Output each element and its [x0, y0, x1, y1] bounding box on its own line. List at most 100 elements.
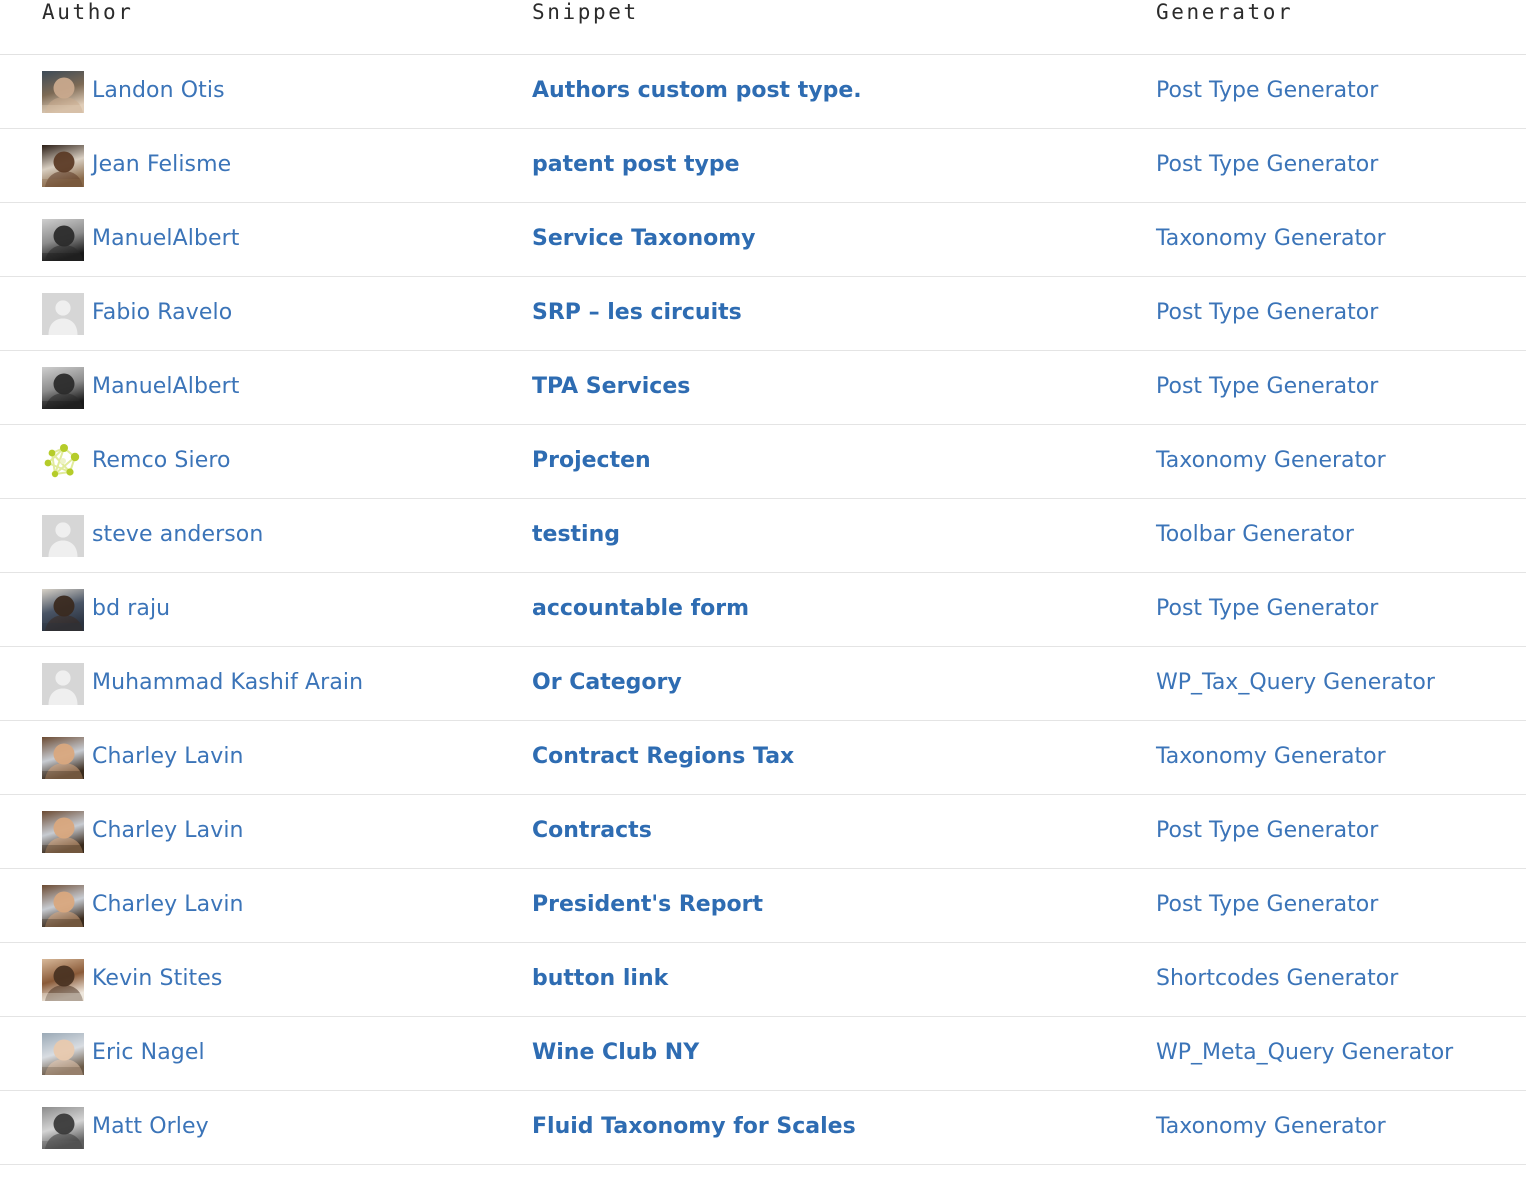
cell-generator: Post Type Generator	[1148, 351, 1526, 425]
cell-generator: Shortcodes Generator	[1148, 943, 1526, 1017]
avatar-placeholder	[42, 293, 84, 335]
generator-link[interactable]: WP_Tax_Query Generator	[1156, 670, 1435, 695]
table-row: Fabio Ravelo SRP – les circuits Post Type …	[0, 277, 1526, 351]
author-link[interactable]: bd raju	[92, 597, 170, 621]
cell-author: Landon Otis	[0, 55, 516, 129]
author-cell: Charley Lavin	[42, 885, 516, 927]
generator-link[interactable]: Post Type Generator	[1156, 374, 1378, 399]
snippet-link[interactable]: patent post type	[532, 152, 740, 177]
cell-snippet: Or Category	[516, 647, 1148, 721]
snippet-link[interactable]: testing	[532, 522, 620, 547]
cell-author: Muhammad Kashif Arain	[0, 647, 516, 721]
cell-generator: Post Type Generator	[1148, 573, 1526, 647]
snippet-link[interactable]: button link	[532, 966, 668, 991]
cell-snippet: Fluid Taxonomy for Scales	[516, 1091, 1148, 1165]
table-body: Landon Otis Authors custom post type. Post…	[0, 55, 1526, 1165]
generator-link[interactable]: Shortcodes Generator	[1156, 966, 1398, 991]
table-row: bd raju accountable form Post Type Generat…	[0, 573, 1526, 647]
author-cell: Eric Nagel	[42, 1033, 516, 1075]
avatar-landon-otis	[42, 71, 84, 113]
cell-snippet: Wine Club NY	[516, 1017, 1148, 1091]
cell-snippet: accountable form	[516, 573, 1148, 647]
table-row: Kevin Stites button link Shortcodes Genera…	[0, 943, 1526, 1017]
generator-link[interactable]: WP_Meta_Query Generator	[1156, 1040, 1453, 1065]
table-row: ManuelAlbert TPA Services Post Type Genera…	[0, 351, 1526, 425]
cell-generator: Taxonomy Generator	[1148, 721, 1526, 795]
table-row: Charley Lavin Contract Regions Tax Taxonom…	[0, 721, 1526, 795]
snippet-link[interactable]: Fluid Taxonomy for Scales	[532, 1114, 856, 1139]
generator-link[interactable]: Post Type Generator	[1156, 818, 1378, 843]
cell-author: Charley Lavin	[0, 795, 516, 869]
author-cell: Matt Orley	[42, 1107, 516, 1149]
generator-link[interactable]: Toolbar Generator	[1156, 522, 1354, 547]
cell-author: Charley Lavin	[0, 869, 516, 943]
snippet-link[interactable]: TPA Services	[532, 374, 690, 399]
avatar-charley-lavin	[42, 885, 84, 927]
author-link[interactable]: Matt Orley	[92, 1115, 209, 1139]
snippet-link[interactable]: SRP – les circuits	[532, 300, 742, 325]
table-row: Jean Felisme patent post type Post Type Ge…	[0, 129, 1526, 203]
generator-link[interactable]: Post Type Generator	[1156, 892, 1378, 917]
author-cell: Remco Siero	[42, 441, 516, 483]
author-link[interactable]: Remco Siero	[92, 449, 231, 473]
snippet-link[interactable]: Contract Regions Tax	[532, 744, 794, 769]
avatar-remco-siero-logo	[42, 441, 84, 483]
author-cell: steve anderson	[42, 515, 516, 557]
cell-author: Remco Siero	[0, 425, 516, 499]
cell-author: Charley Lavin	[0, 721, 516, 795]
generator-link[interactable]: Taxonomy Generator	[1156, 226, 1386, 251]
generator-link[interactable]: Taxonomy Generator	[1156, 744, 1386, 769]
snippet-link[interactable]: Projecten	[532, 448, 651, 473]
cell-author: steve anderson	[0, 499, 516, 573]
cell-generator: WP_Meta_Query Generator	[1148, 1017, 1526, 1091]
snippet-link[interactable]: Service Taxonomy	[532, 226, 755, 251]
snippet-link[interactable]: Authors custom post type.	[532, 78, 862, 103]
author-cell: ManuelAlbert	[42, 219, 516, 261]
author-link[interactable]: Jean Felisme	[92, 153, 231, 177]
snippet-link[interactable]: Contracts	[532, 818, 652, 843]
cell-author: Matt Orley	[0, 1091, 516, 1165]
cell-snippet: button link	[516, 943, 1148, 1017]
generator-link[interactable]: Post Type Generator	[1156, 300, 1378, 325]
author-link[interactable]: Muhammad Kashif Arain	[92, 671, 363, 695]
author-link[interactable]: Eric Nagel	[92, 1041, 205, 1065]
cell-author: Jean Felisme	[0, 129, 516, 203]
cell-generator: Post Type Generator	[1148, 869, 1526, 943]
snippet-library-table-container: Author Snippet Generator Landon Otis Auth…	[0, 0, 1526, 1165]
author-link[interactable]: ManuelAlbert	[92, 375, 240, 399]
generator-link[interactable]: Taxonomy Generator	[1156, 1114, 1386, 1139]
author-link[interactable]: steve anderson	[92, 523, 263, 547]
avatar-bd-raju	[42, 589, 84, 631]
snippet-link[interactable]: President's Report	[532, 892, 763, 917]
snippet-link[interactable]: accountable form	[532, 596, 749, 621]
cell-snippet: patent post type	[516, 129, 1148, 203]
author-cell: Kevin Stites	[42, 959, 516, 1001]
cell-snippet: Service Taxonomy	[516, 203, 1148, 277]
cell-generator: Taxonomy Generator	[1148, 203, 1526, 277]
cell-author: ManuelAlbert	[0, 203, 516, 277]
author-cell: ManuelAlbert	[42, 367, 516, 409]
cell-snippet: Contracts	[516, 795, 1148, 869]
avatar-charley-lavin	[42, 737, 84, 779]
table-row: Muhammad Kashif Arain Or Category WP_Tax_Q…	[0, 647, 1526, 721]
cell-generator: Post Type Generator	[1148, 55, 1526, 129]
author-cell: Muhammad Kashif Arain	[42, 663, 516, 705]
snippet-link[interactable]: Wine Club NY	[532, 1040, 699, 1065]
generator-link[interactable]: Post Type Generator	[1156, 152, 1378, 177]
author-link[interactable]: Kevin Stites	[92, 967, 222, 991]
author-link[interactable]: Charley Lavin	[92, 745, 244, 769]
author-link[interactable]: Fabio Ravelo	[92, 301, 232, 325]
author-link[interactable]: Charley Lavin	[92, 893, 244, 917]
table-header: Author Snippet Generator	[0, 0, 1526, 55]
table-row: Charley Lavin Contracts Post Type Generato…	[0, 795, 1526, 869]
column-header-generator: Generator	[1148, 0, 1526, 55]
generator-link[interactable]: Post Type Generator	[1156, 78, 1378, 103]
cell-generator: WP_Tax_Query Generator	[1148, 647, 1526, 721]
generator-link[interactable]: Taxonomy Generator	[1156, 448, 1386, 473]
snippet-link[interactable]: Or Category	[532, 670, 682, 695]
author-link[interactable]: Charley Lavin	[92, 819, 244, 843]
author-link[interactable]: ManuelAlbert	[92, 227, 240, 251]
author-link[interactable]: Landon Otis	[92, 79, 225, 103]
generator-link[interactable]: Post Type Generator	[1156, 596, 1378, 621]
author-cell: Fabio Ravelo	[42, 293, 516, 335]
